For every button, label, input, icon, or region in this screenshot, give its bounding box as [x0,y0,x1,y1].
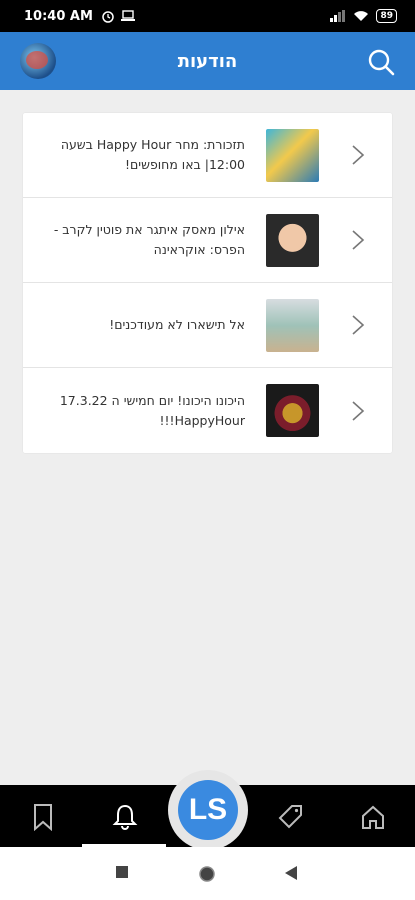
home-circle-icon[interactable] [198,865,216,883]
list-item[interactable]: היכונו היכונו! יום חמישי ה 17.3.22 Happy… [23,368,392,453]
list-item[interactable]: תזכורת: מחר Happy Hour בשעה 12:00| באו מ… [23,113,392,198]
recents-square-icon[interactable] [115,865,129,879]
battery-icon: 89 [376,9,397,23]
notification-text: אל תישארו לא מעודכנים! [109,317,245,332]
list-item[interactable]: אילון מאסק איתגר את פוטין לקרב - הפרס: א… [23,198,392,283]
status-bar: 10:40 AM 89 [0,0,415,32]
tag-icon[interactable] [278,803,304,831]
shirt-image [266,298,319,352]
page-title: הודעות [177,50,238,72]
search-icon[interactable] [367,48,395,76]
mask-image [266,384,319,437]
notification-text: אילון מאסק איתגר את פוטין לקרב - הפרס: א… [53,222,245,257]
status-time: 10:40 AM [24,8,93,24]
back-triangle-icon[interactable] [284,865,298,881]
app-header: הודעות [0,32,415,90]
system-nav-bar [0,847,415,900]
home-icon[interactable] [360,803,386,831]
notification-text: תזכורת: מחר Happy Hour בשעה 12:00| באו מ… [60,137,245,172]
ls-logo-button[interactable]: LS [168,770,248,850]
portrait-image [266,213,319,267]
bell-icon[interactable] [112,803,138,831]
notification-text: היכונו היכונו! יום חמישי ה 17.3.22 Happy… [59,392,245,428]
alarm-icon [102,11,114,23]
wifi-icon [354,11,369,21]
chevron-right-icon [352,145,365,165]
ls-logo: LS [178,780,238,840]
chevron-right-icon [352,230,365,250]
chevron-right-icon [352,400,365,421]
festival-image [266,128,319,182]
avatar[interactable] [20,43,56,79]
list-item[interactable]: אל תישארו לא מעודכנים! [23,283,392,368]
chevron-right-icon [352,315,365,335]
notifications-list: תזכורת: מחר Happy Hour בשעה 12:00| באו מ… [23,113,392,453]
signal-icon [330,10,346,22]
bookmark-icon[interactable] [30,803,56,831]
laptop-icon [120,10,135,21]
